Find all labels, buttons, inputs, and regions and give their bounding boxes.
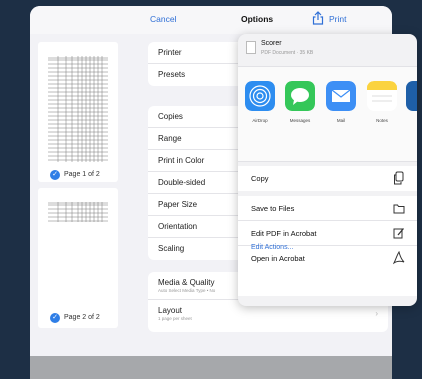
action-label: Open in Acrobat [251,254,305,263]
app-label: Messages [289,118,311,123]
orientation-label: Orientation [158,222,198,231]
print-in-color-label: Print in Color [158,156,205,165]
action-label: Edit PDF in Acrobat [251,229,317,238]
double-sided-label: Double-sided [158,178,206,187]
action-edit-pdf[interactable]: Edit PDF in Acrobat [238,221,417,246]
page-preview-1[interactable]: ✓ Page 1 of 2 [38,42,118,182]
folder-icon [393,204,405,214]
document-header: Scorer PDF Document · 35 KB [238,34,417,64]
media-quality-sub: Auto Select Media Type • No [158,288,216,293]
cancel-button[interactable]: Cancel [150,14,176,24]
share-sheet: Scorer PDF Document · 35 KB AirDrop Mess… [238,34,417,306]
media-quality-label: Media & Quality [158,278,215,287]
page-thumbnail [46,200,110,230]
action-label: Save to Files [251,204,295,213]
app-label: AirDrop [252,118,268,123]
action-label: Copy [251,174,269,183]
messages-icon [285,81,315,111]
chevron-right-icon: › [375,309,378,318]
layout-label: Layout [158,306,183,315]
edit-icon [393,228,404,239]
copy-group: Copy [238,166,417,191]
layout-sub: 1 page per sheet [158,316,192,321]
pdf-document-icon [246,41,256,54]
page-badge: ✓ Page 2 of 2 [50,311,108,324]
document-title: Scorer [261,40,282,47]
app-label: Notes [376,118,388,123]
bottom-bar [30,356,392,379]
share-icon[interactable] [312,11,324,25]
page-thumbnail [46,54,110,164]
top-bar: Cancel Options Print [30,6,392,34]
page-preview-2[interactable]: ✓ Page 2 of 2 [38,188,118,328]
checkmark-icon: ✓ [50,169,60,180]
paper-size-label: Paper Size [158,200,198,209]
copies-label: Copies [158,112,183,121]
document-subtitle: PDF Document · 35 KB [261,50,314,56]
print-button[interactable]: Print [329,14,346,24]
presets-label: Presets [158,70,186,79]
checkmark-icon: ✓ [50,312,60,323]
page-label: Page 2 of 2 [64,314,100,321]
options-title: Options [241,14,274,24]
page-label: Page 1 of 2 [64,171,100,178]
page-badge: ✓ Page 1 of 2 [50,168,108,181]
notes-icon [367,81,397,111]
acrobat-icon [393,251,405,265]
printer-label: Printer [158,48,182,57]
app-label: Mail [336,118,346,123]
share-apps-row: AirDrop Messages Mail Notes [238,66,417,162]
airdrop-icon [245,81,275,111]
action-save-to-files[interactable]: Save to Files [238,196,417,221]
scaling-label: Scaling [158,244,185,253]
app-icon [406,81,417,111]
range-label: Range [158,134,182,143]
edit-actions-link[interactable]: Edit Actions... [251,244,293,251]
mail-icon [326,81,356,111]
copy-icon [394,171,404,185]
action-copy[interactable]: Copy [238,166,417,191]
